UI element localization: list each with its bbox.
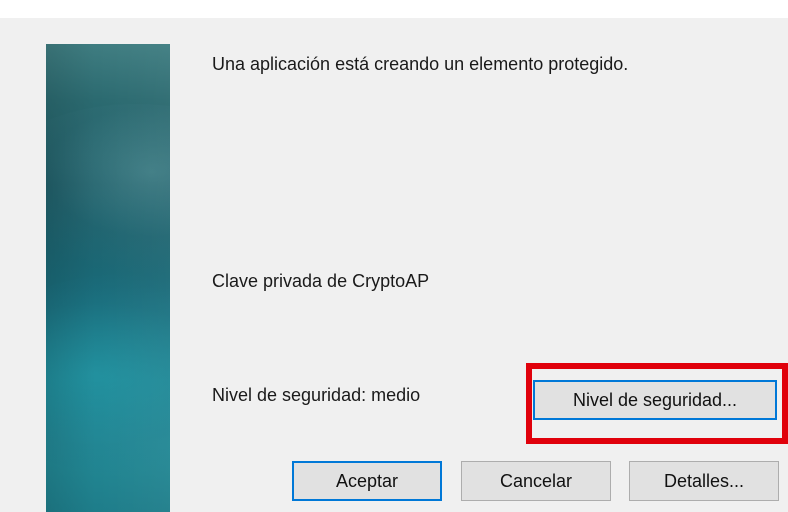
side-banner-image	[46, 44, 170, 512]
accept-button[interactable]: Aceptar	[292, 461, 442, 501]
banner-shade	[46, 44, 170, 512]
dialog-message: Una aplicación está creando un elemento …	[212, 54, 629, 74]
cancel-button[interactable]: Cancelar	[461, 461, 611, 501]
key-name-label: Clave privada de CryptoAP	[212, 271, 430, 291]
security-level-button[interactable]: Nivel de seguridad...	[533, 380, 777, 420]
security-level-label: Nivel de seguridad: medio	[212, 385, 421, 405]
details-button[interactable]: Detalles...	[629, 461, 779, 501]
